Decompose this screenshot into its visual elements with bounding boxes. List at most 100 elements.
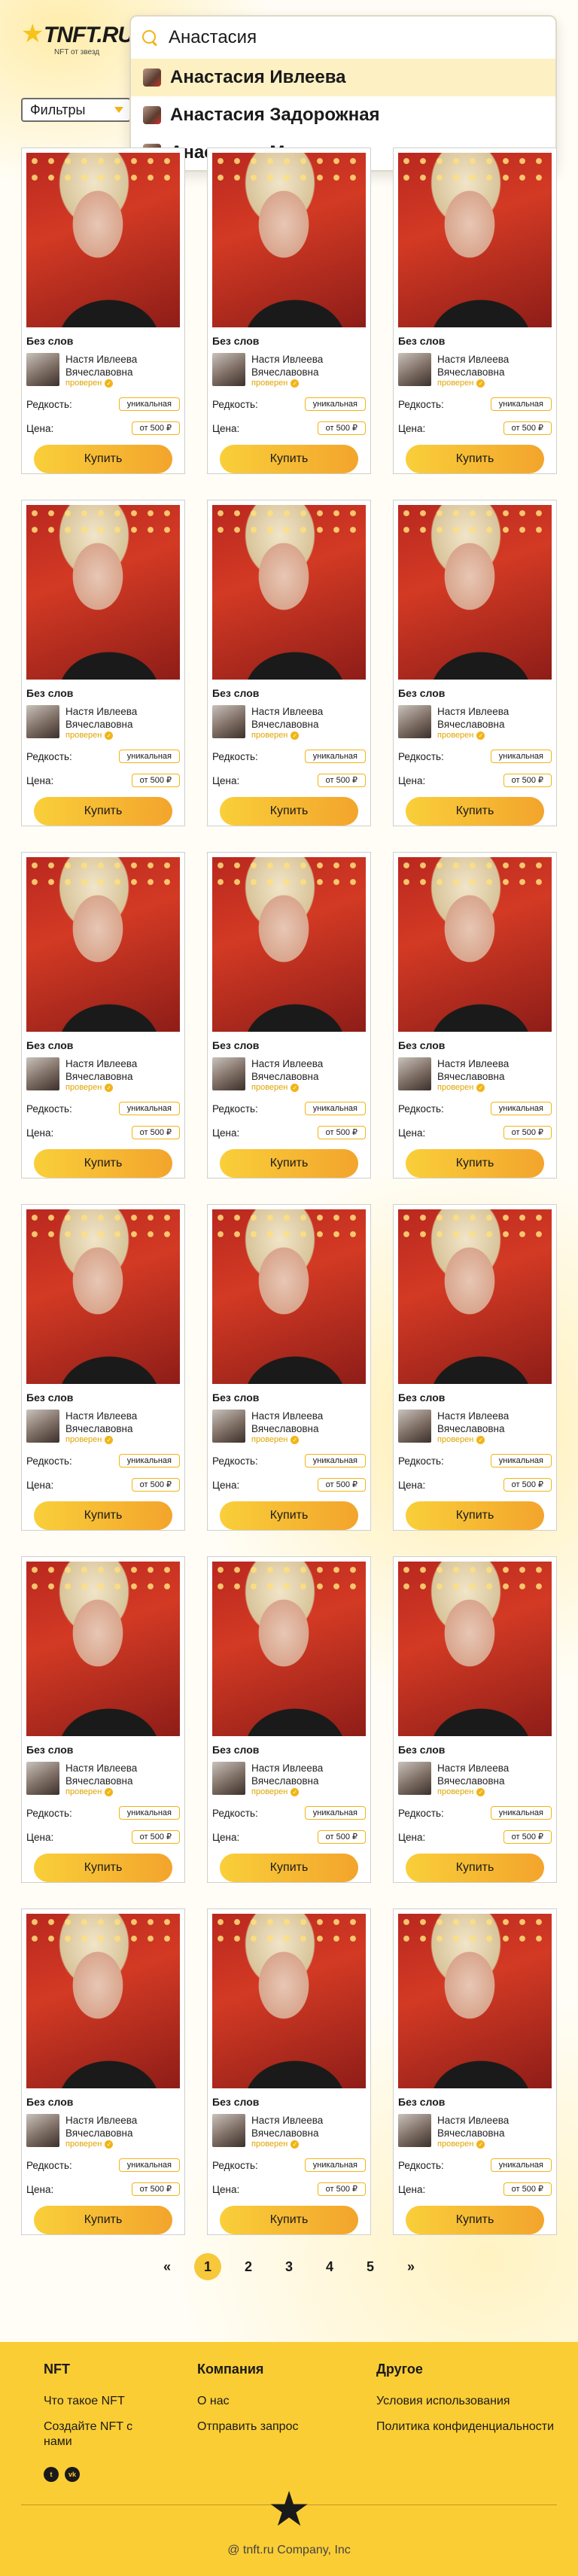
- nft-photo[interactable]: [398, 857, 552, 1032]
- nft-photo[interactable]: [398, 505, 552, 680]
- buy-button[interactable]: Купить: [34, 2206, 172, 2234]
- vk-icon[interactable]: vk: [65, 2467, 80, 2482]
- nft-photo[interactable]: [26, 1209, 180, 1384]
- author[interactable]: Настя Ивлеева Вячеславовна проверен ✓: [398, 1762, 552, 1798]
- buy-button[interactable]: Купить: [406, 1501, 544, 1530]
- nft-card[interactable]: Без слов Настя Ивлеева Вячеславовна пров…: [207, 148, 371, 474]
- author[interactable]: Настя Ивлеева Вячеславовна проверен ✓: [26, 1057, 180, 1093]
- author[interactable]: Настя Ивлеева Вячеславовна проверен ✓: [212, 1410, 366, 1446]
- nft-photo[interactable]: [212, 505, 366, 680]
- author-first-name: Настя Ивлеева: [251, 1762, 324, 1774]
- buy-button[interactable]: Купить: [406, 1854, 544, 1882]
- nft-card[interactable]: Без слов Настя Ивлеева Вячеславовна пров…: [21, 1556, 185, 1883]
- author[interactable]: Настя Ивлеева Вячеславовна проверен ✓: [26, 1410, 180, 1446]
- nft-photo[interactable]: [26, 153, 180, 327]
- buy-button[interactable]: Купить: [220, 1501, 358, 1530]
- nft-photo[interactable]: [398, 1209, 552, 1384]
- author[interactable]: Настя Ивлеева Вячеславовна проверен ✓: [26, 353, 180, 389]
- nft-card[interactable]: Без слов Настя Ивлеева Вячеславовна пров…: [21, 1204, 185, 1531]
- buy-button[interactable]: Купить: [220, 1149, 358, 1178]
- nft-card[interactable]: Без слов Настя Ивлеева Вячеславовна пров…: [21, 1908, 185, 2235]
- buy-button[interactable]: Купить: [34, 1501, 172, 1530]
- nft-card[interactable]: Без слов Настя Ивлеева Вячеславовна пров…: [393, 1204, 557, 1531]
- search-suggestion[interactable]: Анастасия Задорожная: [131, 96, 555, 134]
- author[interactable]: Настя Ивлеева Вячеславовна проверен ✓: [398, 353, 552, 389]
- author-info: Настя Ивлеева Вячеславовна проверен ✓: [437, 353, 509, 389]
- twitter-icon[interactable]: t: [44, 2467, 59, 2482]
- buy-button[interactable]: Купить: [406, 1149, 544, 1178]
- nft-photo[interactable]: [26, 1562, 180, 1736]
- nft-photo[interactable]: [398, 1914, 552, 2088]
- page-button-2[interactable]: 2: [235, 2253, 262, 2280]
- footer-link-send-request[interactable]: Отправить запрос: [197, 2419, 348, 2435]
- author[interactable]: Настя Ивлеева Вячеславовна проверен ✓: [398, 2114, 552, 2150]
- check-icon: ✓: [105, 1435, 114, 1444]
- author[interactable]: Настя Ивлеева Вячеславовна проверен ✓: [212, 705, 366, 741]
- footer-link-terms[interactable]: Условия использования: [376, 2394, 557, 2409]
- nft-card[interactable]: Без слов Настя Ивлеева Вячеславовна пров…: [393, 500, 557, 826]
- author[interactable]: Настя Ивлеева Вячеславовна проверен ✓: [26, 1762, 180, 1798]
- buy-button[interactable]: Купить: [406, 445, 544, 473]
- buy-button[interactable]: Купить: [406, 2206, 544, 2234]
- author[interactable]: Настя Ивлеева Вячеславовна проверен ✓: [212, 353, 366, 389]
- buy-button[interactable]: Купить: [34, 1149, 172, 1178]
- nft-card[interactable]: Без слов Настя Ивлеева Вячеславовна пров…: [21, 500, 185, 826]
- buy-button[interactable]: Купить: [406, 797, 544, 826]
- buy-button[interactable]: Купить: [34, 445, 172, 473]
- buy-button[interactable]: Купить: [34, 797, 172, 826]
- footer-link-what-is-nft[interactable]: Что такое NFT: [44, 2394, 164, 2409]
- nft-photo[interactable]: [212, 1209, 366, 1384]
- footer-link-create-nft[interactable]: Создайте NFT с нами: [44, 2419, 164, 2450]
- search-suggestion[interactable]: Анастасия Ивлеева: [131, 59, 555, 96]
- next-page-button[interactable]: »: [397, 2253, 424, 2280]
- nft-photo[interactable]: [26, 505, 180, 680]
- buy-button[interactable]: Купить: [220, 797, 358, 826]
- rarity-row: Редкость: уникальная: [398, 1452, 552, 1470]
- page-button-3[interactable]: 3: [275, 2253, 303, 2280]
- author[interactable]: Настя Ивлеева Вячеславовна проверен ✓: [26, 2114, 180, 2150]
- nft-photo[interactable]: [212, 1562, 366, 1736]
- verified-label: проверен: [251, 2140, 288, 2149]
- nft-card[interactable]: Без слов Настя Ивлеева Вячеславовна пров…: [207, 852, 371, 1179]
- nft-card[interactable]: Без слов Настя Ивлеева Вячеславовна пров…: [393, 1908, 557, 2235]
- suggestion-avatar: [143, 106, 161, 124]
- buy-button[interactable]: Купить: [220, 445, 358, 473]
- page-button-4[interactable]: 4: [316, 2253, 343, 2280]
- nft-card[interactable]: Без слов Настя Ивлеева Вячеславовна пров…: [207, 500, 371, 826]
- nft-photo[interactable]: [26, 1914, 180, 2088]
- author[interactable]: Настя Ивлеева Вячеславовна проверен ✓: [212, 2114, 366, 2150]
- author[interactable]: Настя Ивлеева Вячеславовна проверен ✓: [26, 705, 180, 741]
- price-badge: от 500 ₽: [317, 421, 366, 435]
- footer-link-privacy[interactable]: Политика конфиденциальности: [376, 2419, 557, 2435]
- buy-button[interactable]: Купить: [34, 1854, 172, 1882]
- footer-link-about[interactable]: О нас: [197, 2394, 348, 2409]
- nft-card[interactable]: Без слов Настя Ивлеева Вячеславовна пров…: [207, 1908, 371, 2235]
- nft-photo[interactable]: [398, 1562, 552, 1736]
- nft-photo[interactable]: [212, 153, 366, 327]
- nft-photo[interactable]: [212, 1914, 366, 2088]
- nft-card[interactable]: Без слов Настя Ивлеева Вячеславовна пров…: [21, 148, 185, 474]
- author[interactable]: Настя Ивлеева Вячеславовна проверен ✓: [398, 1057, 552, 1093]
- author-info: Настя Ивлеева Вячеславовна проверен ✓: [437, 1410, 509, 1446]
- page-button-1[interactable]: 1: [194, 2253, 221, 2280]
- buy-button[interactable]: Купить: [220, 1854, 358, 1882]
- nft-card[interactable]: Без слов Настя Ивлеева Вячеславовна пров…: [393, 148, 557, 474]
- nft-card[interactable]: Без слов Настя Ивлеева Вячеславовна пров…: [393, 852, 557, 1179]
- author[interactable]: Настя Ивлеева Вячеславовна проверен ✓: [398, 705, 552, 741]
- author[interactable]: Настя Ивлеева Вячеславовна проверен ✓: [212, 1762, 366, 1798]
- author[interactable]: Настя Ивлеева Вячеславовна проверен ✓: [398, 1410, 552, 1446]
- search-input[interactable]: Анастасия: [131, 17, 555, 59]
- filters-dropdown[interactable]: Фильтры: [21, 98, 131, 122]
- nft-photo[interactable]: [398, 153, 552, 327]
- buy-button[interactable]: Купить: [220, 2206, 358, 2234]
- nft-card[interactable]: Без слов Настя Ивлеева Вячеславовна пров…: [393, 1556, 557, 1883]
- author[interactable]: Настя Ивлеева Вячеславовна проверен ✓: [212, 1057, 366, 1093]
- nft-card[interactable]: Без слов Настя Ивлеева Вячеславовна пров…: [21, 852, 185, 1179]
- nft-photo[interactable]: [212, 857, 366, 1032]
- page-button-5[interactable]: 5: [357, 2253, 384, 2280]
- nft-photo[interactable]: [26, 857, 180, 1032]
- nft-card[interactable]: Без слов Настя Ивлеева Вячеславовна пров…: [207, 1204, 371, 1531]
- nft-card[interactable]: Без слов Настя Ивлеева Вячеславовна пров…: [207, 1556, 371, 1883]
- prev-page-button[interactable]: «: [154, 2253, 181, 2280]
- site-logo[interactable]: ★ TNFT.RU NFT от звезд: [21, 18, 134, 57]
